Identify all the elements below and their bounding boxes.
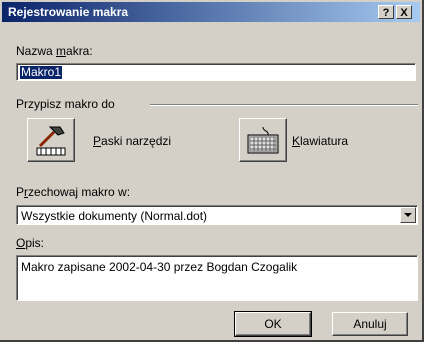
description-value: Makro zapisane 2002-04-30 przez Bogdan C… [21, 260, 298, 274]
keyboard-icon [247, 126, 279, 154]
keyboard-button[interactable] [239, 118, 287, 162]
description-label: Opis: [16, 236, 45, 250]
keyboard-label[interactable]: Klawiatura [292, 134, 348, 148]
group-divider [150, 104, 418, 106]
assign-group-label: Przypisz makro do [16, 97, 115, 111]
macro-name-label: Nazwa makra: [16, 44, 93, 58]
title-bar[interactable]: Rejestrowanie makra ? X [2, 2, 420, 22]
record-macro-dialog: Rejestrowanie makra ? X Nazwa makra: Mak… [0, 0, 424, 342]
dropdown-button[interactable] [400, 207, 416, 223]
cancel-button[interactable]: Anuluj [332, 312, 408, 336]
help-icon: ? [382, 7, 390, 19]
hammer-icon [36, 126, 66, 156]
ok-button[interactable]: OK [234, 311, 312, 337]
chevron-down-icon [404, 213, 412, 217]
description-textarea[interactable]: Makro zapisane 2002-04-30 przez Bogdan C… [16, 255, 418, 301]
toolbars-button[interactable] [27, 118, 75, 162]
close-icon: X [400, 7, 408, 19]
toolbars-label[interactable]: Paski narzędzi [93, 134, 171, 148]
close-button[interactable]: X [396, 5, 412, 19]
help-button[interactable]: ? [378, 5, 394, 19]
store-in-value: Wszystkie dokumenty (Normal.dot) [21, 209, 208, 223]
macro-name-input[interactable]: Makro1 [16, 63, 416, 81]
window-title: Rejestrowanie makra [8, 5, 129, 19]
store-in-dropdown[interactable]: Wszystkie dokumenty (Normal.dot) [16, 205, 418, 225]
macro-name-value: Makro1 [20, 65, 63, 79]
store-in-label: Przechowaj makro w: [16, 185, 131, 199]
